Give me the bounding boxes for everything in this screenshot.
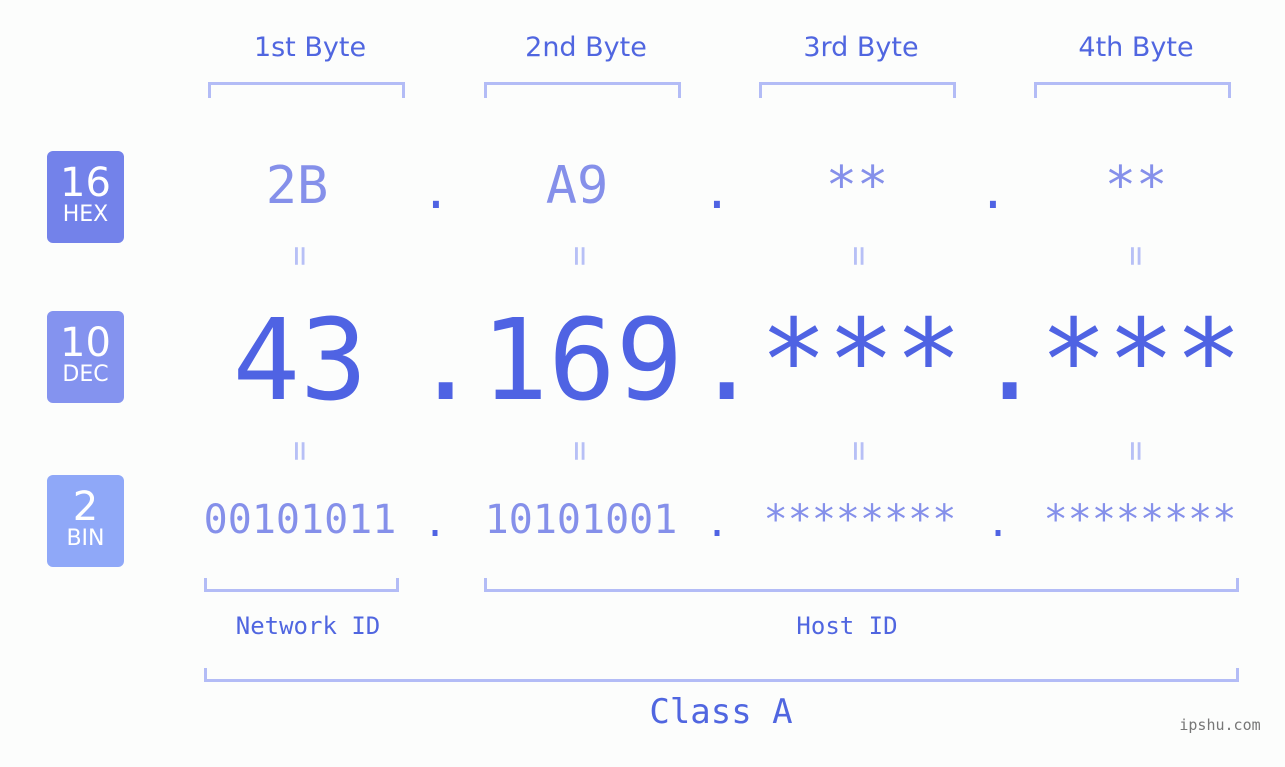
bin-byte-3: ******** bbox=[763, 497, 957, 543]
byte-bracket-2 bbox=[484, 82, 681, 98]
byte-bracket-3 bbox=[759, 82, 956, 98]
footer-site: ipshu.com bbox=[1179, 716, 1261, 734]
bin-separator-2: . bbox=[704, 500, 730, 546]
byte-label-4: 4th Byte bbox=[1078, 32, 1194, 63]
hex-badge-label: HEX bbox=[62, 202, 109, 227]
equals-dec-bin-3: = bbox=[839, 440, 879, 462]
dec-separator-2: . bbox=[693, 296, 761, 426]
bin-separator-1: . bbox=[422, 500, 448, 546]
dec-byte-2: 169 bbox=[480, 296, 684, 426]
bin-separator-3: . bbox=[985, 500, 1011, 546]
equals-dec-bin-2: = bbox=[560, 440, 600, 462]
network-id-bracket bbox=[204, 578, 399, 592]
class-label: Class A bbox=[649, 692, 793, 732]
hex-separator-1: . bbox=[421, 164, 451, 220]
byte-bracket-4 bbox=[1034, 82, 1231, 98]
hex-byte-3: ** bbox=[825, 156, 889, 216]
dec-badge-label: DEC bbox=[62, 362, 109, 387]
hex-byte-4: ** bbox=[1104, 156, 1168, 216]
bin-badge-label: BIN bbox=[66, 526, 105, 551]
dec-byte-1: 43 bbox=[232, 296, 368, 426]
byte-label-1: 1st Byte bbox=[253, 32, 367, 63]
class-bracket bbox=[204, 668, 1239, 682]
hex-byte-2: A9 bbox=[545, 156, 609, 216]
network-id-label: Network ID bbox=[235, 612, 381, 640]
equals-dec-bin-1: = bbox=[280, 440, 320, 462]
hex-separator-2: . bbox=[702, 164, 732, 220]
hex-separator-3: . bbox=[978, 164, 1008, 220]
dec-badge-number: 10 bbox=[60, 320, 111, 366]
byte-label-2: 2nd Byte bbox=[525, 32, 647, 63]
equals-hex-dec-1: = bbox=[280, 245, 320, 267]
equals-hex-dec-2: = bbox=[560, 245, 600, 267]
equals-hex-dec-4: = bbox=[1116, 245, 1156, 267]
equals-dec-bin-4: = bbox=[1116, 440, 1156, 462]
dec-badge: 10 DEC bbox=[47, 311, 124, 403]
host-id-label: Host ID bbox=[796, 612, 898, 640]
host-id-bracket bbox=[484, 578, 1239, 592]
byte-label-3: 3rd Byte bbox=[803, 32, 919, 63]
dec-separator-1: . bbox=[412, 296, 480, 426]
dec-byte-3: *** bbox=[759, 296, 963, 426]
bin-badge: 2 BIN bbox=[47, 475, 124, 567]
equals-hex-dec-3: = bbox=[839, 245, 879, 267]
dec-byte-4: *** bbox=[1039, 296, 1243, 426]
bin-byte-1: 00101011 bbox=[203, 497, 397, 543]
bin-byte-4: ******** bbox=[1043, 497, 1237, 543]
bin-badge-number: 2 bbox=[72, 484, 99, 530]
hex-badge: 16 HEX bbox=[47, 151, 124, 243]
bin-byte-2: 10101001 bbox=[484, 497, 678, 543]
dec-separator-3: . bbox=[976, 296, 1044, 426]
hex-badge-number: 16 bbox=[60, 160, 111, 206]
hex-byte-1: 2B bbox=[265, 156, 329, 216]
byte-bracket-1 bbox=[208, 82, 405, 98]
